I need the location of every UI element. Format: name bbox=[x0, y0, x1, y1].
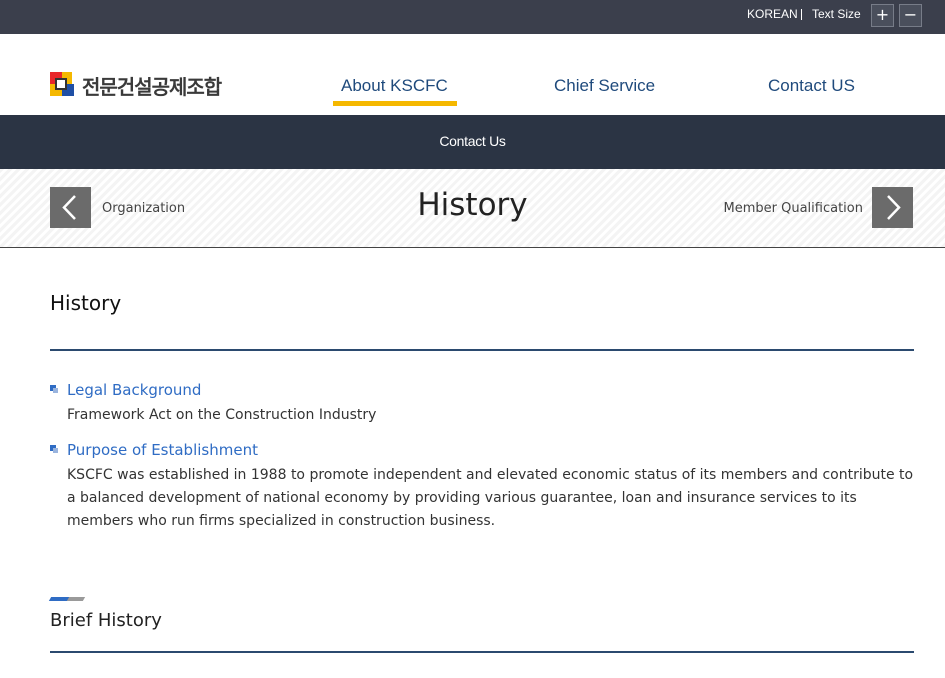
site-header: 전문건설공제조합 About KSCFC Chief Service Conta… bbox=[0, 34, 945, 115]
item-body: Framework Act on the Construction Indust… bbox=[67, 407, 377, 423]
item-heading: Purpose of Establishment bbox=[67, 441, 258, 459]
nav-about-kscfc[interactable]: About KSCFC bbox=[341, 76, 448, 96]
square-bullet-icon bbox=[50, 445, 58, 453]
language-link[interactable]: KOREAN bbox=[747, 7, 798, 21]
chevron-right-icon bbox=[887, 195, 901, 220]
square-bullet-icon bbox=[50, 385, 58, 393]
section-title: History bbox=[50, 291, 122, 315]
heading-accent-mark bbox=[48, 597, 86, 601]
sub-navigation-bar: Contact Us bbox=[0, 115, 945, 169]
next-page-label[interactable]: Member Qualification bbox=[724, 201, 863, 216]
item-heading: Legal Background bbox=[67, 381, 202, 399]
subnav-contact-us[interactable]: Contact Us bbox=[0, 133, 945, 149]
page-title-bar: Organization History Member Qualificatio… bbox=[0, 169, 945, 248]
text-size-label: Text Size bbox=[812, 7, 861, 21]
increase-text-size-button[interactable]: + bbox=[871, 4, 894, 27]
next-page-button[interactable] bbox=[872, 187, 913, 228]
active-nav-indicator bbox=[333, 101, 457, 106]
decrease-text-size-button[interactable]: − bbox=[899, 4, 922, 27]
logo-mark-icon bbox=[50, 72, 76, 98]
brief-history-title: Brief History bbox=[50, 610, 162, 631]
nav-chief-service[interactable]: Chief Service bbox=[554, 76, 655, 96]
section-divider bbox=[50, 651, 914, 653]
utility-bar: KOREAN Text Size + − bbox=[0, 0, 945, 34]
logo-text: 전문건설공제조합 bbox=[82, 74, 222, 99]
utility-separator bbox=[801, 9, 802, 20]
nav-contact-us[interactable]: Contact US bbox=[768, 76, 855, 96]
site-logo[interactable]: 전문건설공제조합 bbox=[50, 72, 222, 99]
item-body: KSCFC was established in 1988 to promote… bbox=[67, 467, 914, 529]
section-divider bbox=[50, 349, 914, 351]
